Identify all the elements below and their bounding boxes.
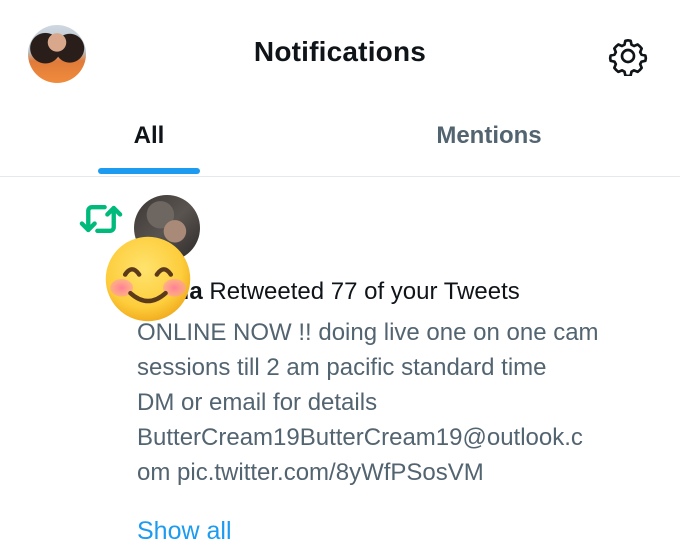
notification-item[interactable]: lla Retweeted 77 of your Tweets ONLINE N…: [0, 177, 680, 560]
tab-mentions[interactable]: Mentions: [400, 108, 578, 176]
tweet-line: DM or email for details: [137, 389, 378, 416]
tab-mentions-label: Mentions: [436, 122, 542, 149]
notification-headline: lla Retweeted 77 of your Tweets: [176, 277, 520, 307]
smiling-face-emoji: [105, 236, 191, 322]
active-tab-indicator: [98, 168, 200, 174]
tab-all-label: All: [133, 122, 165, 149]
page-title: Notifications: [253, 36, 427, 67]
top-header: Notifications: [0, 0, 680, 108]
tweet-line: ButterCream19ButterCream19@outlook.c: [137, 424, 583, 451]
show-all-link[interactable]: Show all: [137, 517, 232, 546]
notification-action-text: Retweeted 77 of your Tweets: [202, 278, 520, 305]
gear-icon[interactable]: [608, 36, 648, 76]
tweet-line: om pic.twitter.com/8yWfPSosVM: [137, 459, 484, 486]
tweet-line: ONLINE NOW !! doing live one on one cam: [137, 319, 599, 346]
tweet-line: sessions till 2 am pacific standard time: [137, 354, 547, 381]
retweet-icon: [79, 205, 123, 233]
tweet-preview: ONLINE NOW !! doing live one on one cam …: [137, 315, 667, 490]
tab-all[interactable]: All: [98, 108, 200, 176]
notification-tabs: All Mentions: [0, 108, 680, 177]
